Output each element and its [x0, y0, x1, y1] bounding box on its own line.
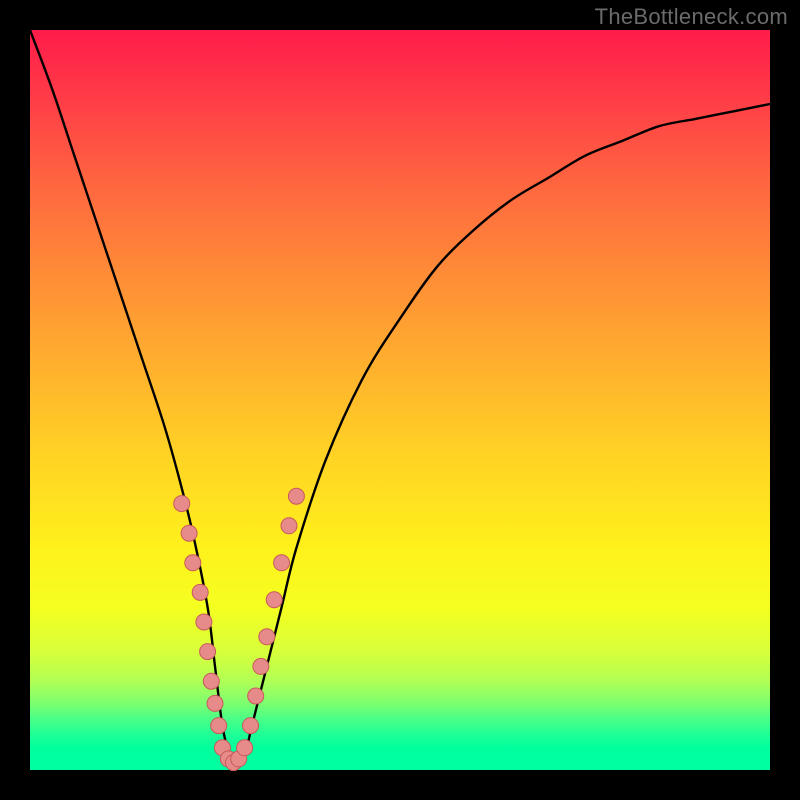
curve-marker	[181, 525, 197, 541]
curve-marker	[203, 673, 219, 689]
watermark-text: TheBottleneck.com	[595, 4, 788, 30]
curve-marker	[200, 644, 216, 660]
curve-marker	[288, 488, 304, 504]
chart-stage: TheBottleneck.com	[0, 0, 800, 800]
curve-marker	[185, 555, 201, 571]
curve-marker	[266, 592, 282, 608]
curve-marker	[237, 740, 253, 756]
curve-marker	[281, 518, 297, 534]
curve-marker	[207, 695, 223, 711]
curve-marker	[248, 688, 264, 704]
curve-marker	[211, 718, 227, 734]
curve-markers	[174, 488, 305, 770]
bottleneck-curve	[30, 30, 770, 763]
curve-marker	[253, 658, 269, 674]
curve-marker	[174, 496, 190, 512]
curve-marker	[192, 584, 208, 600]
curve-marker	[196, 614, 212, 630]
curve-marker	[259, 629, 275, 645]
curve-marker	[274, 555, 290, 571]
curve-svg	[30, 30, 770, 770]
curve-marker	[243, 718, 259, 734]
plot-area	[30, 30, 770, 770]
